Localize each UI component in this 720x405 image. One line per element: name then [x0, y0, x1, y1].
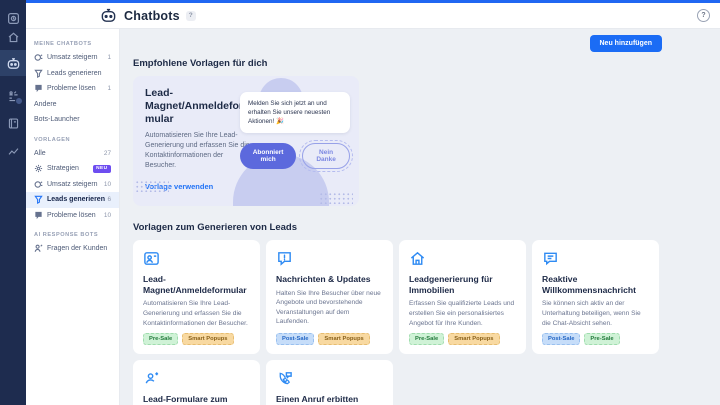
home-icon [7, 31, 20, 44]
tag: Pre-Sale [584, 333, 620, 345]
add-user-icon [143, 370, 250, 387]
page-title: Chatbots [124, 8, 180, 23]
title-help-badge[interactable]: ? [185, 10, 196, 21]
tag: Smart Popups [448, 333, 500, 345]
sidebar-item-strategien[interactable]: Strategien NEU [26, 161, 119, 177]
help-icon[interactable]: ? [697, 9, 710, 22]
chatbot-icon [6, 56, 21, 71]
revenue-icon [34, 180, 43, 189]
chat-question-icon [34, 211, 43, 220]
sidebar-item-fragen-der-kunden[interactable]: Fragen der Kunden [26, 241, 119, 257]
sidebar-item-leads-generieren[interactable]: Leads generieren [26, 66, 119, 82]
gear-icon [34, 164, 43, 173]
phone-chat-icon [276, 370, 383, 387]
icon-rail [0, 0, 26, 405]
rail-item-chatbots[interactable] [0, 50, 26, 76]
featured-title: Lead-Magnet/Anmeldeformular [145, 87, 244, 125]
sidebar-item-probleme-loesen[interactable]: Probleme lösen 1 [26, 81, 119, 97]
recommended-title: Empfohlene Vorlagen für dich [133, 58, 268, 69]
notification-dot [15, 97, 23, 105]
sidebar-item-andere[interactable]: Andere [26, 97, 119, 113]
chat-preview: Melden Sie sich jetzt an und erhalten Si… [240, 92, 353, 173]
template-card-willkommensnachricht[interactable]: Reaktive Willkommensnachricht Sie können… [532, 240, 659, 354]
message-icon [542, 250, 649, 267]
section-vorlagen: VORLAGEN [34, 136, 71, 143]
featured-description: Automatisieren Sie Ihre Lead-Generierung… [145, 132, 250, 169]
announcement-icon [276, 250, 383, 267]
template-card-anruf[interactable]: Einen Anruf erbitten [266, 360, 393, 405]
section-title: Vorlagen zum Generieren von Leads [133, 222, 298, 233]
section-ai-response-bots: AI RESPONSE BOTS [34, 232, 99, 238]
sidebar-item-alle[interactable]: Alle 27 [26, 146, 119, 162]
sidebar-item-leads-generieren-vorlagen[interactable]: Leads generieren 6 [26, 192, 119, 208]
funnel-icon [34, 195, 43, 205]
tag: Post-Sale [276, 333, 315, 345]
chatbots-logo-icon [100, 7, 117, 24]
sidebar-item-probleme-loesen-vorlagen[interactable]: Probleme lösen 10 [26, 208, 119, 224]
header: Chatbots ? ? [26, 3, 720, 29]
dots-decoration [319, 192, 353, 204]
template-card-immobilien[interactable]: Leadgenerierung für Immobilien Erfassen … [399, 240, 526, 354]
panel-icon [7, 12, 20, 25]
rail-item-campaigns[interactable] [0, 83, 26, 109]
featured-template-card: Lead-Magnet/Anmeldeformular Automatisier… [133, 76, 359, 206]
template-card-lead-formulare[interactable]: Lead-Formulare zum Erfassen [133, 360, 260, 405]
tag: Pre-Sale [409, 333, 445, 345]
customer-icon [34, 244, 43, 253]
sidebar-item-umsatz-steigern-vorlagen[interactable]: Umsatz steigern 10 [26, 177, 119, 193]
chat-question-icon [34, 84, 43, 93]
neu-badge: NEU [92, 164, 111, 173]
tag: Smart Popups [318, 333, 370, 345]
sidebar-item-umsatz-steigern[interactable]: Umsatz steigern 1 [26, 50, 119, 66]
template-cards-grid: Lead-Magnet/Anmeldeformular Automatisier… [133, 240, 660, 354]
template-card-lead-magnet[interactable]: Lead-Magnet/Anmeldeformular Automatisier… [133, 240, 260, 354]
funnel-icon [34, 69, 43, 78]
sidebar: MEINE CHATBOTS Umsatz steigern 1 Leads g… [26, 29, 120, 405]
lead-form-icon [143, 250, 250, 267]
house-icon [409, 250, 516, 267]
section-meine-chatbots: MEINE CHATBOTS [34, 41, 92, 47]
line-chart-icon [7, 145, 20, 158]
add-new-button[interactable]: Neu hinzufügen [589, 35, 662, 52]
book-icon [7, 117, 20, 130]
top-accent-stripe [26, 0, 720, 3]
rail-item-home[interactable] [0, 24, 26, 50]
decline-button[interactable]: Nein Danke [299, 140, 353, 173]
tag: Pre-Sale [143, 333, 179, 345]
chat-bubble: Melden Sie sich jetzt an und erhalten Si… [240, 92, 350, 134]
tag: Smart Popups [182, 333, 234, 345]
dots-decoration [135, 180, 169, 192]
subscribe-button[interactable]: Abonniert mich [240, 143, 297, 170]
tag: Post-Sale [542, 333, 581, 345]
revenue-icon [34, 53, 43, 62]
rail-item-knowledge[interactable] [0, 110, 26, 136]
sidebar-item-bots-launcher[interactable]: Bots-Launcher [26, 112, 119, 128]
main-content: Neu hinzufügen Empfohlene Vorlagen für d… [120, 29, 720, 405]
template-cards-grid-row2: Lead-Formulare zum Erfassen Einen Anruf … [133, 360, 660, 405]
rail-item-analytics[interactable] [0, 138, 26, 164]
template-card-nachrichten-updates[interactable]: Nachrichten & Updates Halten Sie Ihre Be… [266, 240, 393, 354]
